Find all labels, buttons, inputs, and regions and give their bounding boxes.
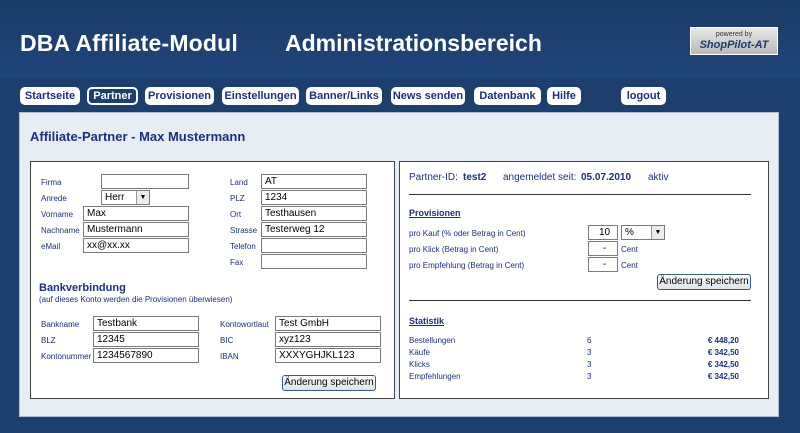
kauf-label: pro Kauf (% oder Betrag in Cent) [409,229,526,238]
anrede-select[interactable]: Herr ▼ [101,190,150,205]
blz-label: BLZ [41,336,56,345]
nav-banner-links[interactable]: Banner/Links [306,87,382,105]
kontowortlaut-input[interactable]: Test GmbH [275,316,381,331]
telefon-label: Telefon [230,242,256,251]
empfehlung-unit: Cent [621,261,638,270]
strasse-input[interactable]: Testerweg 12 [261,222,367,237]
stat-count-bestellungen: 6 [587,336,592,345]
nav-news-senden[interactable]: News senden [391,87,465,105]
app-title: DBA Affiliate-Modul [20,30,239,56]
shoppilot-logo[interactable]: powered by ShopPilot-AT [690,27,778,55]
section-title: Administrationsbereich [285,30,542,56]
nachname-input[interactable]: Mustermann [83,222,189,237]
status-text: aktiv [648,172,669,183]
vorname-input[interactable]: Max [83,206,189,221]
klick-unit: Cent [621,245,638,254]
nav-einstellungen[interactable]: Einstellungen [222,87,299,105]
telefon-input[interactable] [261,238,367,253]
stat-count-klicks: 3 [587,360,592,369]
stat-amount-klicks: € 342,50 [707,360,739,369]
stat-count-kaeufe: 3 [587,348,592,357]
fax-label: Fax [230,258,244,267]
divider [409,300,751,301]
plz-label: PLZ [230,194,245,203]
logo-brand: ShopPilot-AT [699,39,769,51]
stat-amount-kaeufe: € 342,50 [707,348,739,357]
stat-label-bestellungen: Bestellungen [409,336,456,345]
bankname-input[interactable]: Testbank [93,316,199,331]
kontonummer-label: Kontonummer [41,352,92,361]
bic-input[interactable]: xyz123 [275,332,381,347]
nav-datenbank[interactable]: Datenbank [474,87,541,105]
klick-input[interactable]: - [588,241,618,256]
firma-label: Firma [41,178,62,187]
partner-data-box: Firma Anrede Herr ▼ Vorname Max Nachname… [30,161,395,399]
kauf-unit-value: % [625,227,634,238]
firma-input[interactable] [101,174,189,189]
kauf-unit-select[interactable]: % ▼ [621,225,665,240]
email-input[interactable]: xx@xx.xx [83,238,189,253]
land-label: Land [230,178,248,187]
stat-label-kaeufe: Käufe [409,348,430,357]
anrede-label: Anrede [41,194,67,203]
land-input[interactable]: AT [261,174,367,189]
stat-amount-empfehlungen: € 342,50 [707,372,739,381]
partner-info-box: Partner-ID: test2 angemeldet seit: 05.07… [399,161,769,399]
stat-label-empfehlungen: Empfehlungen [409,372,461,381]
plz-input[interactable]: 1234 [261,190,367,205]
provisionen-save-button[interactable]: Änderung speichern [657,274,751,290]
ort-label: Ort [230,210,242,219]
page-title: Affiliate-Partner - Max Mustermann [30,129,246,144]
chevron-down-icon: ▼ [136,191,149,204]
nav-hilfe[interactable]: Hilfe [547,87,581,105]
bank-subheading: (auf dieses Konto werden die Provisionen… [39,295,233,304]
blz-input[interactable]: 12345 [93,332,199,347]
nav-partner[interactable]: Partner [87,87,138,105]
divider [409,194,751,195]
klick-label: pro Klick (Betrag in Cent) [409,245,499,254]
registered-since-label: angemeldet seit: [503,172,577,183]
registered-since-value: 05.07.2010 [581,172,632,183]
bank-heading: Bankverbindung [39,282,126,294]
logo-powered-by: powered by [715,31,753,38]
partner-id-value: test2 [463,172,487,183]
kauf-input[interactable]: 10 [588,225,618,240]
content-panel: Affiliate-Partner - Max Mustermann Firma… [19,112,779,417]
iban-label: IBAN [220,352,239,361]
stat-amount-bestellungen: € 448,20 [707,336,739,345]
anrede-value: Herr [105,192,125,203]
email-label: eMail [41,242,61,251]
kontowortlaut-label: Kontowortlaut [220,320,269,329]
chevron-down-icon: ▼ [651,226,664,239]
statistik-heading: Statistik [409,316,445,326]
empfehlung-input[interactable]: - [588,257,618,272]
nav-logout[interactable]: logout [621,87,666,105]
vorname-label: Vorname [41,210,74,219]
nav-provisionen[interactable]: Provisionen [145,87,214,105]
bank-save-button[interactable]: Änderung speichern [282,375,376,391]
iban-input[interactable]: XXXYGHJKL123 [275,348,381,363]
bankname-label: Bankname [41,320,80,329]
nav-startseite[interactable]: Startseite [20,87,80,105]
kontonummer-input[interactable]: 1234567890 [93,348,199,363]
partner-id-label: Partner-ID: [409,172,458,183]
ort-input[interactable]: Testhausen [261,206,367,221]
strasse-label: Strasse [230,226,258,235]
provisionen-heading: Provisionen [409,208,461,218]
empfehlung-label: pro Empfehlung (Betrag in Cent) [409,261,525,270]
bic-label: BIC [220,336,234,345]
nachname-label: Nachname [41,226,80,235]
stat-count-empfehlungen: 3 [587,372,592,381]
stat-label-klicks: Klicks [409,360,430,369]
fax-input[interactable] [261,254,367,269]
header: DBA Affiliate-Modul Administrationsberei… [0,0,800,78]
